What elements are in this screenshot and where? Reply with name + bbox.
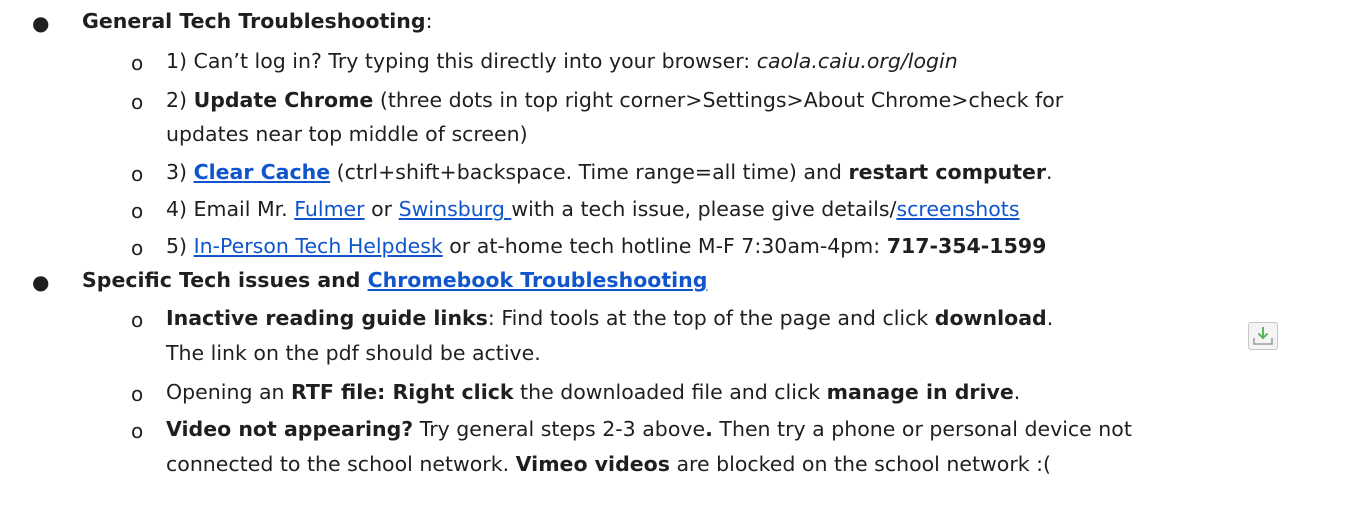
- heading-text: General Tech Troubleshooting: [82, 9, 426, 33]
- list-item-video: Video not appearing? Try general steps 2…: [166, 419, 1132, 440]
- item-bold: Video not appearing?: [166, 417, 414, 441]
- item-bold-dot: .: [705, 417, 713, 441]
- continuation-text: connected to the school network.: [166, 452, 516, 476]
- section-heading-general: General Tech Troubleshooting:: [82, 11, 433, 32]
- item-text: or at-home tech hotline M-F 7:30am-4pm:: [442, 234, 887, 258]
- bullet-marker: ●: [32, 11, 50, 35]
- item-text: (three dots in top right corner>Settings…: [373, 88, 1064, 112]
- item-text-post: with a tech issue, please give details/: [511, 197, 897, 221]
- item-end: .: [1046, 306, 1054, 330]
- list-item-continuation: The link on the pdf should be active.: [166, 341, 541, 365]
- list-item-clear-cache: 3) Clear Cache (ctrl+shift+backspace. Ti…: [166, 162, 1053, 183]
- screenshots-link[interactable]: screenshots: [896, 197, 1019, 221]
- item-bold: Update Chrome: [193, 88, 374, 112]
- list-item-email: 4) Email Mr. Fulmer or Swinsburg with a …: [166, 199, 1020, 220]
- item-end: .: [1013, 380, 1021, 404]
- fulmer-link[interactable]: Fulmer: [294, 197, 364, 221]
- continuation-bold: Vimeo videos: [515, 452, 670, 476]
- item-bold: restart computer: [848, 160, 1047, 184]
- list-item-rtf: Opening an RTF file: Right click the dow…: [166, 382, 1020, 403]
- item-bold-2: download: [934, 306, 1047, 330]
- sub-bullet-marker: o: [131, 162, 144, 186]
- item-number: 3): [166, 160, 194, 184]
- heading-text: Specific Tech issues and: [82, 268, 368, 292]
- section-heading-specific: Specific Tech issues and Chromebook Trou…: [82, 270, 707, 291]
- continuation-text-post: are blocked on the school network :(: [669, 452, 1052, 476]
- item-text-mid: or: [364, 197, 399, 221]
- item-text: Try general steps 2-3 above: [413, 417, 706, 441]
- item-text: 4) Email Mr.: [166, 197, 295, 221]
- sub-bullet-marker: o: [131, 90, 144, 114]
- list-item-update-chrome: 2) Update Chrome (three dots in top righ…: [166, 90, 1063, 111]
- item-text: Opening an: [166, 380, 292, 404]
- download-icon: [1248, 322, 1278, 350]
- item-text: : Find tools at the top of the page and …: [487, 306, 935, 330]
- item-text: (ctrl+shift+backspace. Time range=all ti…: [330, 160, 849, 184]
- list-item-helpdesk: 5) In-Person Tech Helpdesk or at-home te…: [166, 236, 1046, 257]
- item-number: 5): [166, 234, 194, 258]
- heading-colon: :: [425, 9, 433, 33]
- sub-bullet-marker: o: [131, 236, 144, 260]
- item-bold: Inactive reading guide links: [166, 306, 488, 330]
- item-number: 2): [166, 88, 194, 112]
- list-item-login: 1) Can’t log in? Try typing this directl…: [166, 51, 958, 72]
- item-text-2: Then try a phone or personal device not: [712, 417, 1132, 441]
- list-item-continuation: updates near top middle of screen): [166, 122, 528, 146]
- bullet-marker: ●: [32, 270, 50, 294]
- sub-bullet-marker: o: [131, 419, 144, 443]
- hotline-number: 717-354-1599: [886, 234, 1047, 258]
- chromebook-troubleshooting-link[interactable]: Chromebook Troubleshooting: [368, 268, 708, 292]
- list-item-continuation: connected to the school network. Vimeo v…: [166, 454, 1051, 475]
- sub-bullet-marker: o: [131, 382, 144, 406]
- helpdesk-link[interactable]: In-Person Tech Helpdesk: [194, 234, 443, 258]
- item-bold-2: manage in drive: [826, 380, 1014, 404]
- login-url: caola.caiu.org/login: [756, 49, 958, 73]
- item-bold: RTF file: Right click: [291, 380, 514, 404]
- item-text: 1) Can’t log in? Try typing this directl…: [166, 49, 757, 73]
- list-item-reading-guide: Inactive reading guide links: Find tools…: [166, 308, 1053, 329]
- sub-bullet-marker: o: [131, 199, 144, 223]
- item-end: .: [1046, 160, 1053, 184]
- sub-bullet-marker: o: [131, 51, 144, 75]
- clear-cache-link[interactable]: Clear Cache: [194, 160, 331, 184]
- sub-bullet-marker: o: [131, 308, 144, 332]
- swinsburg-link[interactable]: Swinsburg: [399, 197, 512, 221]
- item-text-2: the downloaded file and click: [513, 380, 827, 404]
